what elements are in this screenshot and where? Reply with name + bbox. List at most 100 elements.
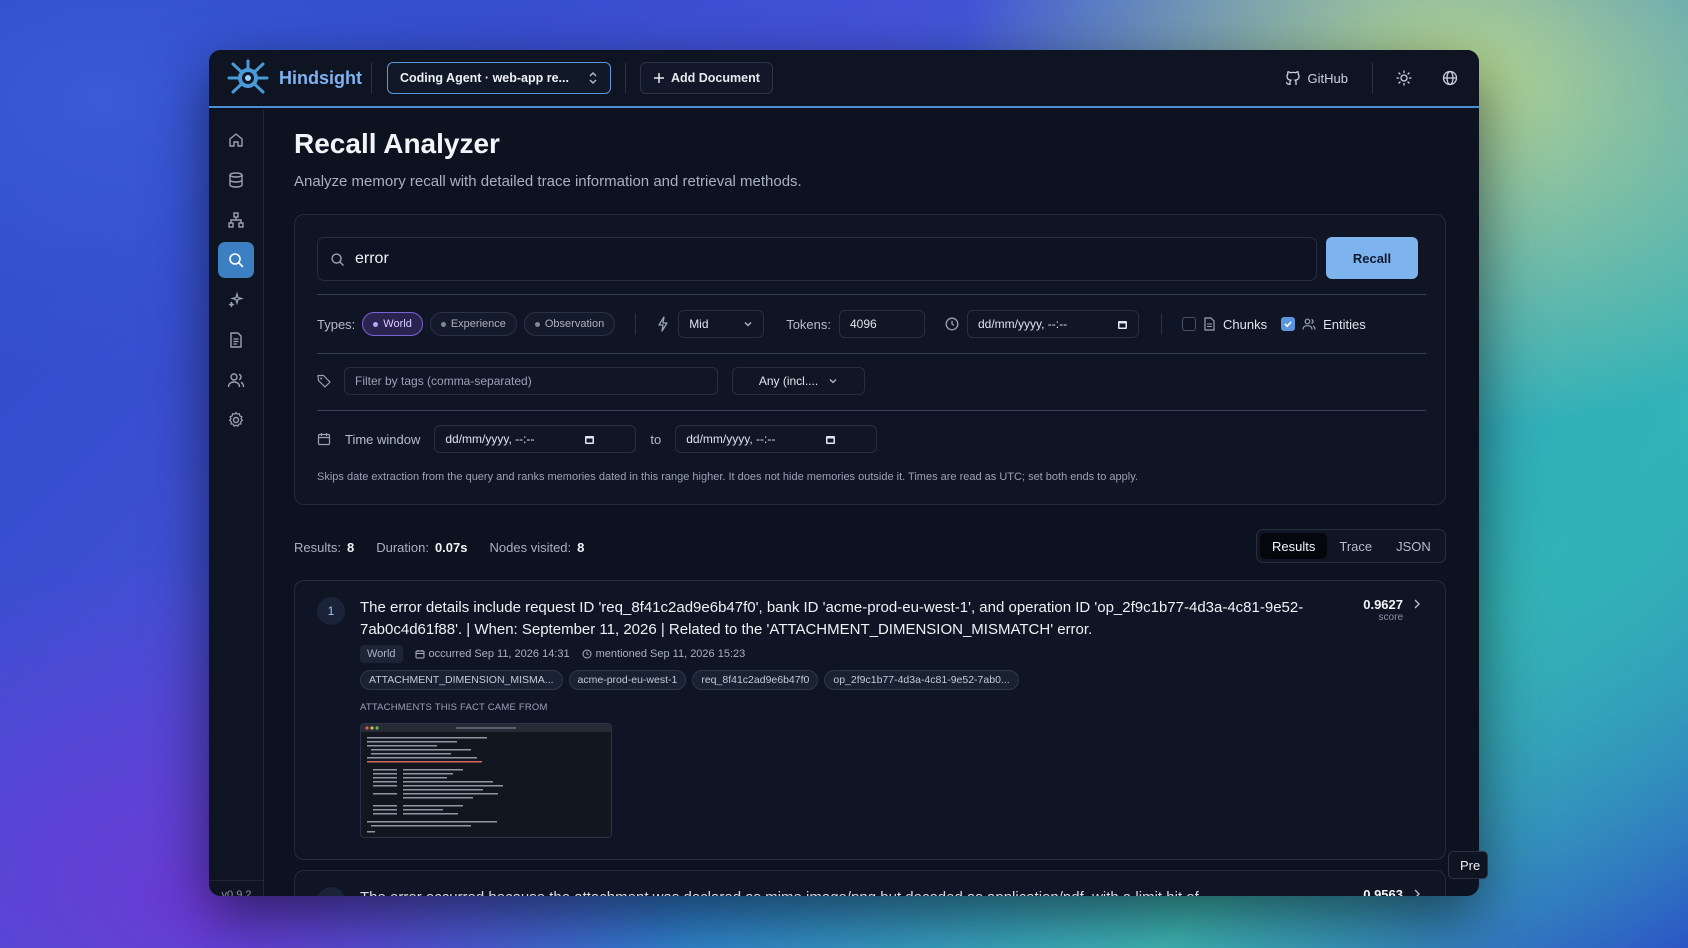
topbar-actions: GitHub	[1285, 63, 1465, 93]
type-chip-world[interactable]: World	[362, 312, 423, 336]
entity-tags: ATTACHMENT_DIMENSION_MISMA... acme-prod-…	[360, 670, 1019, 690]
add-document-button[interactable]: Add Document	[640, 62, 773, 94]
recall-button[interactable]: Recall	[1326, 237, 1418, 279]
tags-input[interactable]: Filter by tags (comma-separated)	[344, 367, 718, 395]
language-button[interactable]	[1435, 63, 1465, 93]
result-meta: World occurred Sep 11, 2026 14:31 mentio…	[360, 645, 745, 663]
tab-json[interactable]: JSON	[1384, 533, 1443, 559]
sidebar-item-recall[interactable]	[218, 242, 254, 278]
sidebar-item-graph[interactable]	[218, 202, 254, 238]
time-to-value: dd/mm/yyyy, --:--	[686, 432, 776, 446]
result-card[interactable]: 2 The error occurred because the attachm…	[294, 870, 1446, 896]
time-from-input[interactable]: dd/mm/yyyy, --:--	[434, 425, 637, 453]
divider	[635, 313, 637, 335]
result-text: The error details include request ID 're…	[360, 599, 1304, 638]
fact-type-badge: World	[360, 645, 403, 663]
lightning-icon	[658, 316, 668, 332]
duration-label: Duration:	[376, 540, 429, 555]
sidebar-item-documents[interactable]	[218, 322, 254, 358]
query-panel: Recall Types: World Experience Observati…	[294, 214, 1446, 505]
dot	[440, 321, 446, 327]
calendar-icon	[585, 435, 595, 444]
search-box	[317, 237, 1317, 281]
tags-row: Filter by tags (comma-separated) Any (in…	[317, 366, 865, 396]
theme-toggle-button[interactable]	[1389, 63, 1419, 93]
to-label: to	[650, 431, 662, 447]
attachments-label: ATTACHMENTS THIS FACT CAME FROM	[360, 702, 548, 713]
nodes-value: 8	[577, 540, 585, 555]
divider	[1161, 313, 1162, 335]
bank-selector-label: Coding Agent · web-app re...	[400, 71, 569, 85]
chevron-right-icon	[1414, 889, 1420, 896]
users-icon	[1302, 318, 1316, 330]
entities-label: Entities	[1323, 316, 1366, 332]
calendar-icon	[317, 433, 331, 446]
result-score: 0.9563	[1343, 887, 1403, 896]
divider	[317, 294, 1426, 295]
divider	[1372, 63, 1373, 93]
result-rank: 1	[317, 597, 345, 625]
result-card[interactable]: 1 The error details include request ID '…	[294, 580, 1446, 860]
entity-tag[interactable]: ATTACHMENT_DIMENSION_MISMA...	[360, 670, 563, 690]
score-label: score	[1378, 612, 1403, 623]
search-icon	[229, 253, 244, 268]
calendar-icon	[826, 435, 836, 444]
score-value: 0.9627	[1363, 597, 1403, 612]
sun-icon	[1396, 70, 1412, 86]
attachment-thumbnail[interactable]	[360, 723, 612, 838]
logo[interactable]: Hindsight	[225, 59, 371, 97]
expand-result-button[interactable]	[1411, 887, 1423, 896]
dot	[373, 321, 379, 327]
chevron-down-icon	[829, 379, 837, 384]
sidebar-item-settings[interactable]	[218, 402, 254, 438]
type-chip-experience[interactable]: Experience	[429, 312, 517, 336]
types-label: Types:	[317, 316, 356, 332]
chevron-down-icon	[744, 322, 752, 327]
duration: Duration: 0.07s	[376, 540, 467, 555]
type-chip-observation[interactable]: Observation	[523, 312, 616, 336]
time-window-row: Time window dd/mm/yyyy, --:-- to dd/mm/y…	[317, 424, 878, 454]
tab-results[interactable]: Results	[1260, 533, 1328, 559]
type-chip-label: World	[383, 318, 412, 330]
divider	[317, 410, 1426, 411]
query-date-input[interactable]: dd/mm/yyyy, --:--	[967, 310, 1139, 338]
page-title: Recall Analyzer	[294, 128, 500, 159]
tokens-input[interactable]: 4096	[839, 310, 925, 338]
calendar-icon	[415, 650, 425, 659]
bank-selector[interactable]: Coding Agent · web-app re...	[387, 62, 611, 94]
budget-select[interactable]: Mid	[678, 310, 765, 338]
entity-tag[interactable]: acme-prod-eu-west-1	[568, 670, 687, 690]
tag-icon	[317, 374, 331, 388]
duration-value: 0.07s	[434, 540, 468, 555]
sidebar-item-home[interactable]	[218, 122, 254, 158]
sidebar-item-database[interactable]	[218, 162, 254, 198]
chevron-right-icon	[1414, 599, 1420, 609]
search-input[interactable]	[355, 250, 1316, 268]
chunks-label: Chunks	[1223, 316, 1268, 332]
entity-tag[interactable]: op_2f9c1b77-4d3a-4c81-9e52-7ab0...	[824, 670, 1019, 690]
plus-icon	[654, 73, 664, 83]
main-content: Recall Analyzer Analyze memory recall wi…	[265, 110, 1479, 896]
sidebar-item-entities[interactable]	[218, 362, 254, 398]
divider	[371, 63, 372, 93]
github-label: GitHub	[1307, 70, 1348, 86]
chunks-checkbox[interactable]	[1182, 317, 1196, 331]
sidebar-item-insights[interactable]	[218, 282, 254, 318]
entities-checkbox[interactable]	[1281, 317, 1296, 331]
github-icon	[1285, 71, 1300, 85]
tab-trace[interactable]: Trace	[1327, 533, 1384, 559]
floating-pre-button[interactable]: Pre	[1448, 851, 1488, 879]
app-window: Hindsight Coding Agent · web-app re... A…	[209, 50, 1479, 896]
time-to-input[interactable]: dd/mm/yyyy, --:--	[675, 425, 878, 453]
occurred-date: occurred Sep 11, 2026 14:31	[415, 648, 570, 660]
database-icon	[229, 172, 243, 188]
tags-mode-select[interactable]: Any (incl....	[732, 367, 865, 395]
tokens-label: Tokens:	[786, 316, 831, 332]
tags-placeholder: Filter by tags (comma-separated)	[355, 374, 532, 388]
github-link[interactable]: GitHub	[1285, 70, 1348, 86]
hindsight-logo-icon	[227, 59, 269, 94]
calendar-icon	[1118, 320, 1127, 329]
expand-result-button[interactable]	[1411, 597, 1423, 615]
nodes-label: Nodes visited:	[489, 540, 572, 555]
entity-tag[interactable]: req_8f41c2ad9e6b47f0	[692, 670, 819, 690]
